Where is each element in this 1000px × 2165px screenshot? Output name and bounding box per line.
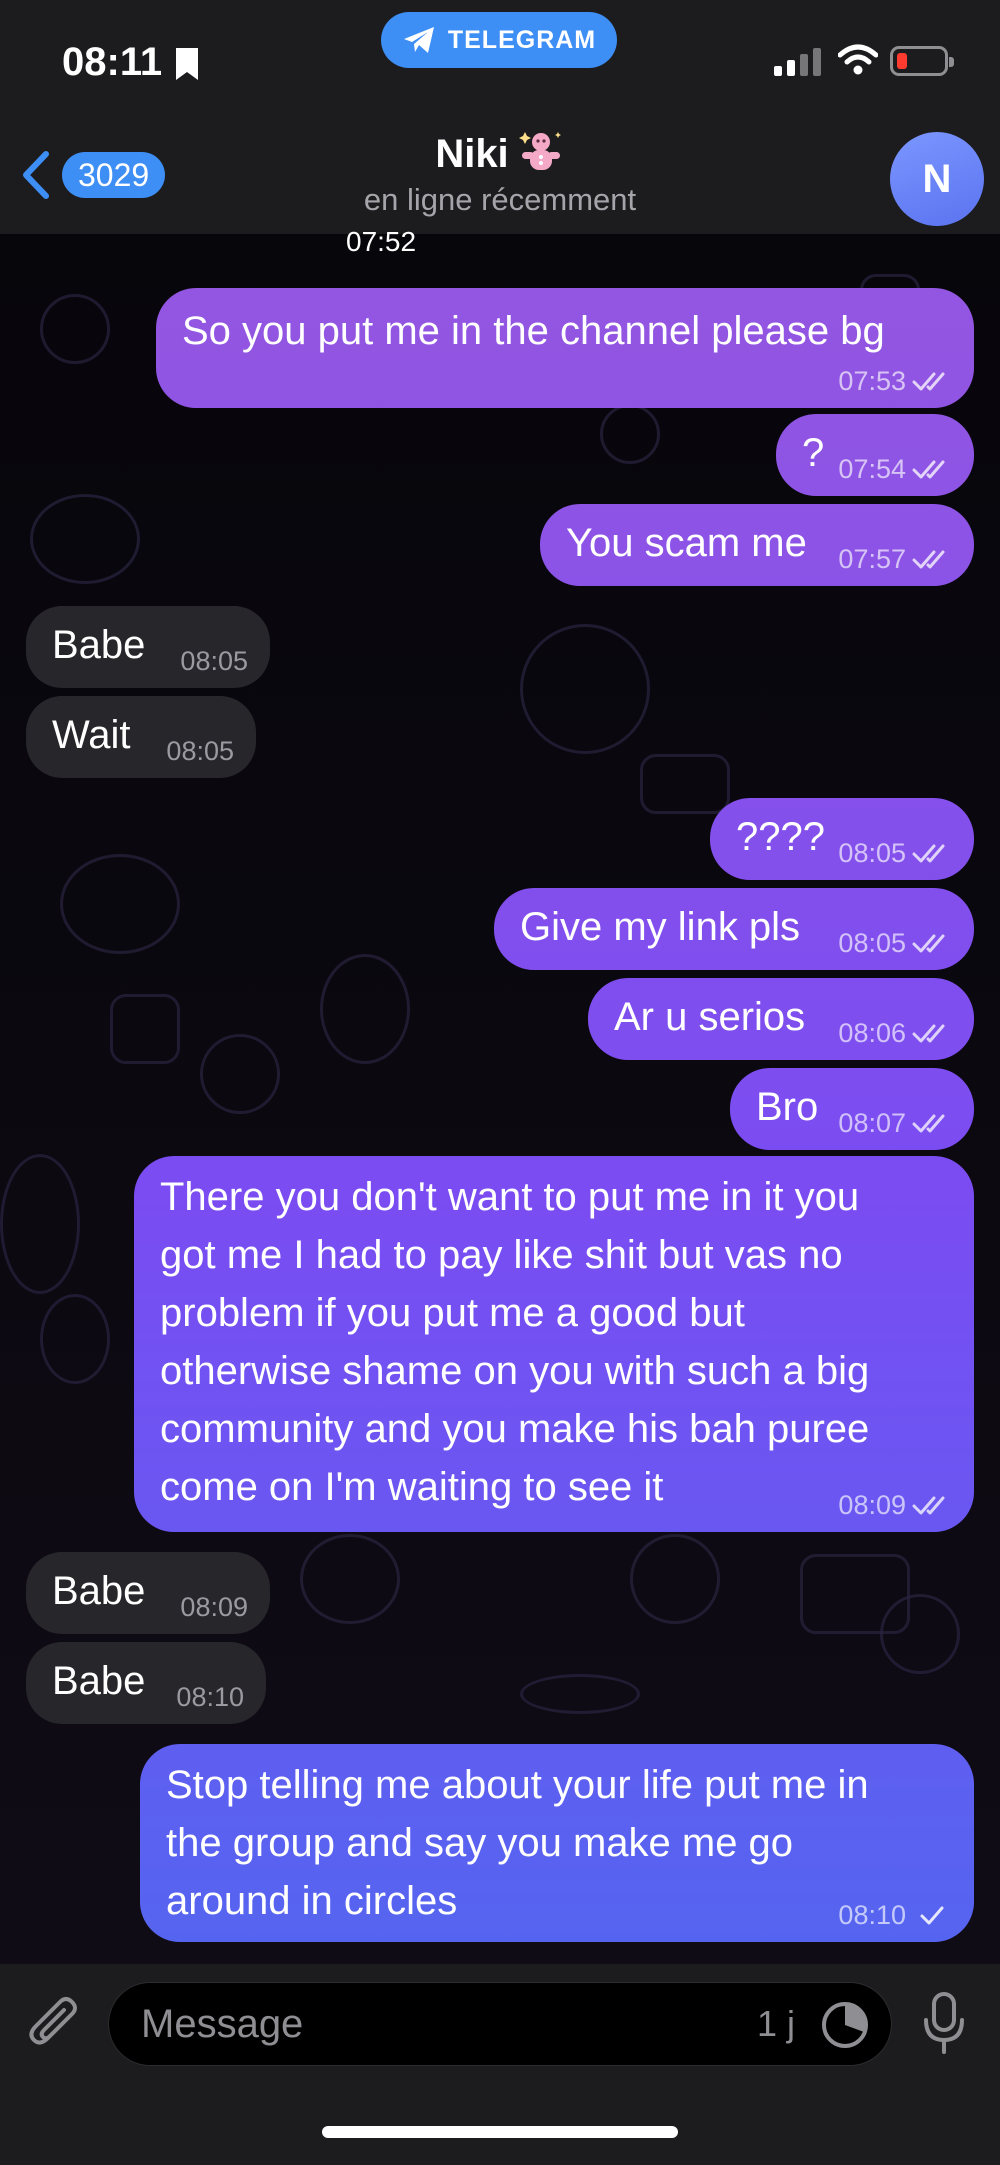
message-time: 08:07 [838, 1108, 906, 1138]
double-check-icon [912, 372, 945, 391]
message-bubble-incoming[interactable]: Babe 08:05 [26, 606, 270, 688]
message-time: 07:53 [838, 366, 906, 396]
chat-header: 3029 Niki en ligne récemment N [0, 120, 1000, 234]
message-text: Ar u serios [614, 995, 806, 1039]
message-time: 08:09 [180, 1592, 248, 1622]
message-bubble-incoming[interactable]: Babe 08:09 [26, 1552, 270, 1634]
message-time: 07:57 [838, 544, 906, 574]
message-bubble-incoming[interactable]: Wait 08:05 [26, 696, 256, 778]
microphone-icon[interactable] [920, 1990, 968, 2058]
message-text: Bro [756, 1085, 819, 1129]
contact-info[interactable]: Niki en ligne récemment [0, 130, 1000, 218]
message-input[interactable] [141, 1983, 701, 2065]
message-text: ???? [736, 815, 825, 859]
date-peek: 07:52 [346, 226, 417, 257]
status-bar: 08:11 TELEGRAM [0, 0, 1000, 120]
battery-icon [890, 46, 954, 76]
message-bubble-outgoing[interactable]: Stop telling me about your life put me i… [140, 1744, 974, 1942]
double-check-icon [912, 1114, 945, 1133]
signal-icon [774, 48, 821, 76]
double-check-icon [912, 1024, 945, 1043]
double-check-icon [912, 844, 945, 863]
message-time: 08:10 [176, 1682, 244, 1712]
paperclip-icon[interactable] [26, 1992, 82, 2056]
message-bubble-outgoing[interactable]: So you put me in the channel please bg 0… [156, 288, 974, 408]
message-text: Stop telling me about your life put me i… [166, 1763, 869, 1923]
double-check-icon [912, 1496, 945, 1515]
message-time: 08:05 [838, 928, 906, 958]
telegram-plane-icon [403, 27, 434, 53]
message-text: There you don't want to put me in it you… [160, 1175, 870, 1509]
avatar[interactable]: N [890, 132, 984, 226]
message-text: Give my link pls [520, 905, 801, 949]
gingerbread-emoji-icon [518, 132, 561, 170]
message-time: 08:05 [838, 838, 906, 868]
wifi-icon [838, 44, 878, 75]
double-check-icon [912, 460, 945, 479]
message-text: Babe [52, 623, 146, 667]
message-time: 08:06 [838, 1018, 906, 1048]
message-text: Babe [52, 1659, 146, 1703]
message-bubble-outgoing[interactable]: ???? 08:05 [710, 798, 974, 880]
message-time: 08:09 [838, 1490, 906, 1520]
contact-name: Niki [435, 131, 509, 176]
message-text: You scam me [566, 521, 807, 565]
message-time: 08:05 [166, 736, 234, 766]
self-destruct-label: 1 j [757, 2003, 796, 2044]
message-text: ? [802, 431, 825, 475]
message-bubble-outgoing[interactable]: ? 07:54 [776, 414, 974, 496]
double-check-icon [912, 934, 945, 953]
message-bubble-outgoing[interactable]: Ar u serios 08:06 [588, 978, 974, 1060]
bookmark-icon [176, 48, 198, 80]
message-time: 08:10 [838, 1900, 906, 1930]
single-check-icon [920, 1906, 944, 1925]
message-time: 07:54 [838, 454, 906, 484]
contact-status: en ligne récemment [363, 182, 637, 217]
message-text: So you put me in the channel please bg [182, 309, 885, 353]
message-bubble-outgoing[interactable]: You scam me 07:57 [540, 504, 974, 586]
message-bubble-incoming[interactable]: Babe 08:10 [26, 1642, 266, 1724]
telegram-pill[interactable]: TELEGRAM [381, 12, 617, 68]
message-bubble-outgoing[interactable]: Give my link pls 08:05 [494, 888, 974, 970]
message-text: Wait [52, 713, 131, 757]
message-bubble-outgoing[interactable]: Bro 08:07 [730, 1068, 974, 1150]
clock: 08:11 [62, 40, 163, 84]
message-text: Babe [52, 1569, 146, 1613]
telegram-pill-label: TELEGRAM [447, 25, 597, 54]
message-time: 08:05 [180, 646, 248, 676]
message-field[interactable]: 1 j [108, 1982, 892, 2066]
double-check-icon [912, 550, 945, 569]
message-bubble-outgoing[interactable]: There you don't want to put me in it you… [134, 1156, 974, 1532]
home-indicator [322, 2126, 678, 2138]
timer-icon[interactable] [819, 1999, 871, 2051]
